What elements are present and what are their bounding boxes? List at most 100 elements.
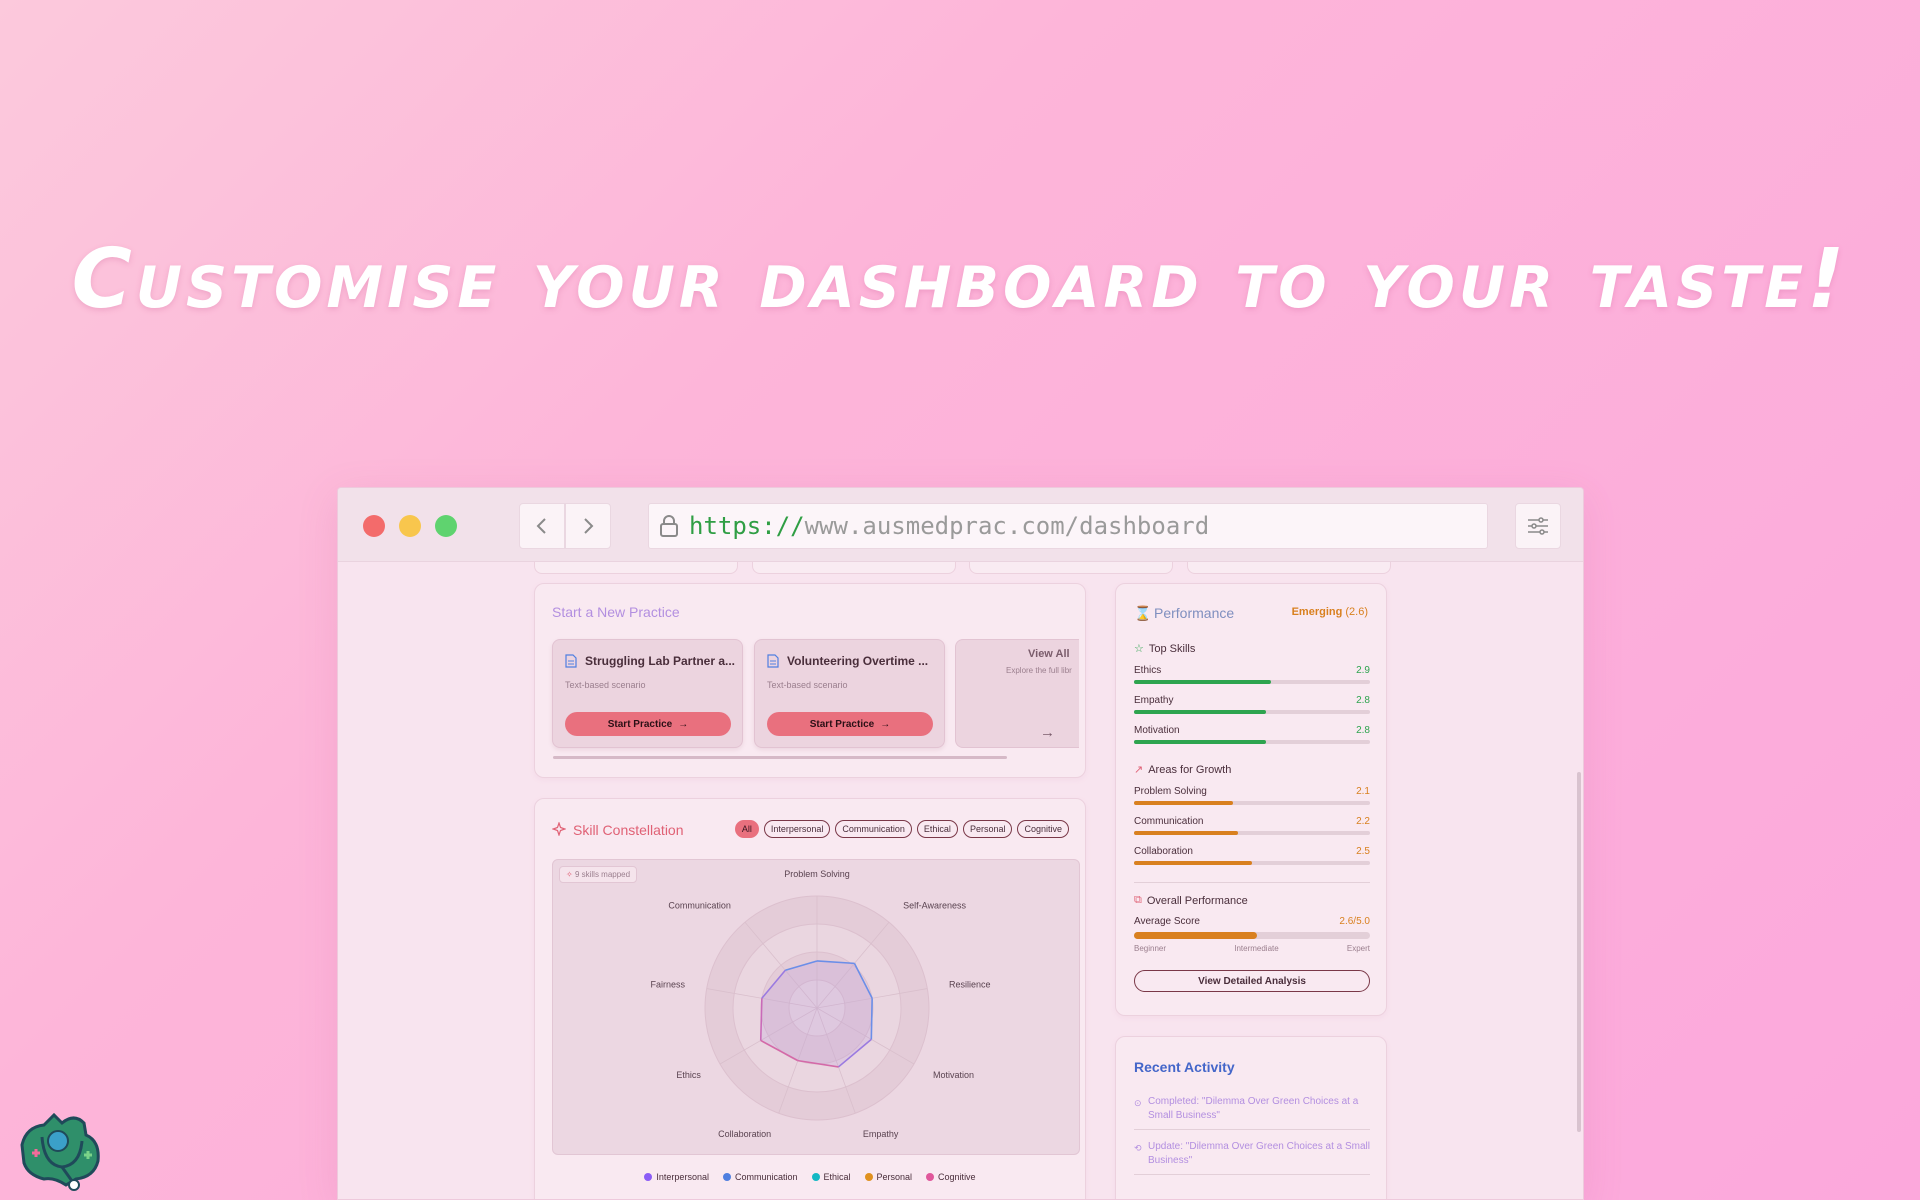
address-bar[interactable]: https://www.ausmedprac.com/dashboard bbox=[648, 503, 1488, 549]
legend-item: Ethical bbox=[811, 1172, 851, 1182]
legend-item: Cognitive bbox=[926, 1172, 976, 1182]
activity-item[interactable]: ⟲ Update: "Dilemma Over Green Choices at … bbox=[1134, 1140, 1370, 1168]
legend-item: Communication bbox=[722, 1172, 798, 1182]
forward-button[interactable] bbox=[565, 503, 611, 549]
constellation-title: Skill Constellation bbox=[573, 822, 684, 838]
page-viewport: · · · · · · · · · · · · · · · · · · · · … bbox=[338, 562, 1583, 1199]
radar-chart: Problem Solving Self-Awareness Resilience M… bbox=[651, 869, 991, 1139]
axis-label: Fairness bbox=[651, 980, 686, 990]
start-practice-button[interactable]: Start Practice → bbox=[565, 712, 731, 736]
scenario-card[interactable]: Volunteering Overtime ... Text-based sce… bbox=[754, 639, 945, 748]
start-practice-label: Start Practice bbox=[809, 718, 875, 730]
australia-stethoscope-logo bbox=[20, 1112, 100, 1191]
divider bbox=[1134, 1174, 1370, 1175]
url-path: www.ausmedprac.com/dashboard bbox=[804, 512, 1210, 540]
overall-heading: ⧉ Overall Performance bbox=[1134, 894, 1248, 907]
arrow-right-icon: → bbox=[1040, 724, 1055, 741]
recent-activity-title: Recent Activity bbox=[1134, 1059, 1235, 1075]
browser-window: https://www.ausmedprac.com/dashboard · ·… bbox=[337, 487, 1584, 1200]
start-practice-card: Start a New Practice Struggling Lab Part… bbox=[534, 583, 1086, 778]
axis-label: Ethics bbox=[676, 1070, 701, 1080]
sparkle-icon: ✧ bbox=[566, 870, 573, 879]
growth-heading: ↗ Areas for Growth bbox=[1134, 763, 1232, 777]
url-scheme: https:// bbox=[689, 512, 805, 540]
headline: Customise your dashboard to your taste! bbox=[71, 232, 1849, 327]
skill-bar bbox=[1134, 861, 1252, 865]
sliders-icon bbox=[1528, 517, 1548, 535]
arrow-right-icon: → bbox=[678, 718, 689, 730]
skill-bar bbox=[1134, 831, 1238, 835]
browser-toolbar: https://www.ausmedprac.com/dashboard bbox=[338, 488, 1583, 562]
document-icon bbox=[767, 654, 779, 668]
top-skills-heading: ☆ Top Skills bbox=[1134, 642, 1196, 656]
skill-row: Communication 2.2 bbox=[1134, 816, 1370, 835]
performance-level: Emerging (2.6) bbox=[1291, 606, 1368, 618]
stat-card[interactable]: · · · · · · · · · · · · bbox=[752, 562, 956, 574]
arrow-right-icon: → bbox=[880, 718, 891, 730]
page-scrollbar[interactable] bbox=[1577, 772, 1581, 1132]
scenario-title: Struggling Lab Partner a... bbox=[585, 654, 736, 668]
skill-bar bbox=[1134, 740, 1267, 744]
radar-segment bbox=[870, 998, 873, 1040]
chevron-left-icon bbox=[536, 518, 546, 534]
recent-activity-card: Recent Activity ⊙ Completed: "Dilemma Ove… bbox=[1115, 1036, 1387, 1199]
performance-title: Performance bbox=[1154, 605, 1235, 621]
start-practice-button[interactable]: Start Practice → bbox=[767, 712, 933, 736]
category-filters: All Interpersonal Communication Ethical … bbox=[734, 820, 1069, 838]
average-score-bar bbox=[1134, 932, 1370, 939]
skill-bar bbox=[1134, 801, 1234, 805]
filter-personal[interactable]: Personal bbox=[962, 820, 1013, 838]
chart-legend: Interpersonal Communication Ethical Pers… bbox=[535, 1172, 1085, 1182]
view-detailed-analysis-button[interactable]: View Detailed Analysis bbox=[1134, 970, 1370, 992]
hourglass-icon: ⌛ bbox=[1134, 605, 1152, 621]
divider bbox=[1134, 1129, 1370, 1130]
view-all-subtitle: Explore the full libr bbox=[1006, 666, 1072, 675]
activity-item[interactable]: ⊙ Completed: "Dilemma Over Green Choices … bbox=[1134, 1095, 1370, 1123]
lock-icon bbox=[660, 515, 678, 537]
back-button[interactable] bbox=[519, 503, 565, 549]
legend-item: Personal bbox=[864, 1172, 912, 1182]
refresh-icon: ⟲ bbox=[1134, 1143, 1142, 1153]
average-score-row: Average Score 2.6/5.0 bbox=[1134, 916, 1370, 927]
axis-label: Self-Awareness bbox=[903, 900, 966, 910]
axis-label: Collaboration bbox=[718, 1129, 771, 1139]
skill-row: Problem Solving 2.1 bbox=[1134, 786, 1370, 805]
carousel-scrollbar[interactable] bbox=[553, 756, 1007, 759]
axis-label: Communication bbox=[668, 900, 731, 910]
scenario-card[interactable]: Struggling Lab Partner a... Text-based s… bbox=[552, 639, 743, 748]
trending-up-icon: ↗ bbox=[1134, 764, 1144, 776]
filter-all[interactable]: All bbox=[734, 820, 759, 838]
sparkles-icon bbox=[552, 822, 566, 836]
skill-row: Ethics 2.9 bbox=[1134, 665, 1370, 684]
radar-segment bbox=[759, 998, 763, 1041]
minimize-window-button[interactable] bbox=[399, 515, 421, 537]
close-window-button[interactable] bbox=[363, 515, 385, 537]
score-scale: Beginner Intermediate Expert bbox=[1134, 944, 1370, 953]
skills-mapped-badge: ✧ 9 skills mapped bbox=[559, 866, 638, 883]
filter-cognitive[interactable]: Cognitive bbox=[1017, 820, 1069, 838]
layers-icon: ⧉ bbox=[1134, 894, 1142, 906]
radar-chart-area: ✧ 9 skills mapped Problem Solving Self-Aw… bbox=[552, 859, 1080, 1155]
axis-label: Motivation bbox=[933, 1070, 974, 1080]
performance-card: ⌛ Performance Emerging (2.6) ☆ Top Skills… bbox=[1115, 583, 1387, 1016]
settings-button[interactable] bbox=[1515, 503, 1561, 549]
axis-label: Empathy bbox=[863, 1129, 899, 1139]
stat-card[interactable]: · · · · · · · · · · · · bbox=[969, 562, 1173, 574]
axis-label: Resilience bbox=[949, 980, 991, 990]
filter-communication[interactable]: Communication bbox=[835, 820, 912, 838]
divider bbox=[1134, 882, 1370, 883]
stat-card[interactable]: · · · · · · · · · · bbox=[534, 562, 738, 574]
skill-constellation-card: Skill Constellation All Interpersonal Co… bbox=[534, 798, 1086, 1199]
chevron-right-icon bbox=[584, 518, 594, 534]
filter-interpersonal[interactable]: Interpersonal bbox=[763, 820, 831, 838]
maximize-window-button[interactable] bbox=[435, 515, 457, 537]
stat-card[interactable] bbox=[1187, 562, 1391, 574]
star-icon: ☆ bbox=[1134, 643, 1144, 655]
skills-mapped-text: 9 skills mapped bbox=[574, 870, 631, 879]
axis-label: Problem Solving bbox=[784, 869, 850, 879]
start-practice-label: Start Practice bbox=[607, 718, 673, 730]
scenario-subtitle: Text-based scenario bbox=[565, 680, 646, 690]
skill-bar bbox=[1134, 710, 1267, 714]
view-all-card[interactable]: View All Explore the full libr → bbox=[955, 639, 1079, 748]
filter-ethical[interactable]: Ethical bbox=[916, 820, 958, 838]
